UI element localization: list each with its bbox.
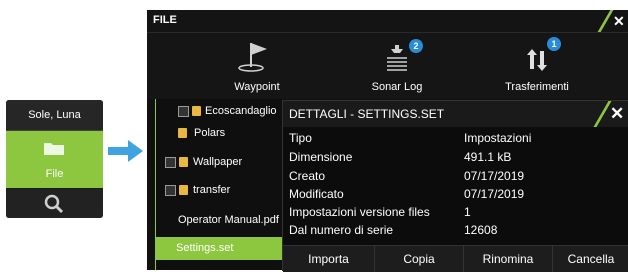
field-label: Dal numero di serie	[289, 223, 394, 237]
import-button[interactable]: Importa	[283, 246, 375, 272]
folder-icon	[44, 143, 64, 155]
file-list: Ecoscandaglio Polars Wallpaper transfer …	[155, 99, 286, 270]
tool-label: Waypoint	[234, 81, 280, 93]
field-value: 491.1 kB	[464, 150, 512, 164]
folder-icon	[179, 157, 188, 167]
field-value: Impostazioni	[464, 131, 532, 145]
field-value: 12608	[464, 223, 498, 237]
search-icon	[44, 194, 64, 214]
folder-icon	[179, 185, 188, 195]
expand-icon[interactable]	[178, 106, 189, 117]
delete-button[interactable]: Cancella	[553, 246, 628, 272]
list-item[interactable]: Operator Manual.pdf	[156, 209, 286, 231]
transfers-badge: 1	[547, 37, 561, 51]
dialog-title: DETTAGLI - SETTINGS.SET	[289, 107, 445, 121]
file-name: Settings.set	[176, 242, 234, 254]
field-label: Creato	[289, 169, 326, 183]
list-item[interactable]: Wallpaper	[156, 151, 286, 173]
title-accent-slash	[593, 101, 612, 127]
folder-icon	[178, 128, 187, 138]
field-label: Impostazioni versione files	[289, 205, 430, 219]
dialog-button-bar: Importa Copia Rinomina Cancella	[283, 245, 628, 272]
folder-icon	[192, 106, 201, 116]
sonar-icon	[387, 45, 407, 71]
title-accent-slash	[597, 10, 614, 32]
menu-item-search[interactable]	[6, 189, 103, 218]
rename-button[interactable]: Rinomina	[464, 246, 553, 272]
dialog-title-bar: DETTAGLI - SETTINGS.SET ✕	[283, 101, 628, 127]
tool-label: Sonar Log	[371, 81, 423, 93]
file-name: Polars	[194, 127, 226, 139]
transfers-tool[interactable]: 1 Trasferimenti	[467, 33, 607, 99]
field-label: Tipo	[289, 131, 312, 145]
list-item-selected[interactable]: Settings.set	[156, 237, 286, 260]
close-button[interactable]: ✕	[613, 13, 625, 30]
field-value: 07/17/2019	[464, 187, 525, 201]
arrow-right-icon	[108, 140, 143, 162]
file-name: Ecoscandaglio	[205, 105, 277, 117]
menu-item-file[interactable]: File	[6, 131, 103, 188]
toolbar: Waypoint 2 Sonar Log 1 Trasferimenti	[147, 33, 628, 99]
menu-item-label: File	[45, 168, 64, 180]
waypoint-flag-icon	[238, 43, 267, 72]
title-bar: FILE ✕	[147, 10, 628, 33]
sonar-log-tool[interactable]: 2 Sonar Log	[327, 33, 467, 99]
list-item[interactable]: transfer	[156, 179, 286, 201]
details-dialog: DETTAGLI - SETTINGS.SET ✕ Tipo Impostazi…	[282, 100, 628, 272]
field-value: 1	[464, 205, 471, 219]
side-menu: Sole, Luna File	[6, 100, 103, 218]
window-title: FILE	[153, 14, 177, 26]
waypoint-tool[interactable]: Waypoint	[187, 33, 327, 99]
sonar-log-badge: 2	[409, 39, 423, 53]
transfer-arrows-icon	[527, 49, 547, 71]
list-item[interactable]: Ecoscandaglio	[156, 100, 286, 122]
field-label: Dimensione	[289, 150, 353, 164]
menu-item-sun-moon[interactable]: Sole, Luna	[6, 100, 103, 131]
field-value: 07/17/2019	[464, 169, 525, 183]
menu-item-label: Sole, Luna	[28, 109, 81, 121]
close-button[interactable]: ✕	[610, 104, 624, 124]
list-item[interactable]: Polars	[156, 122, 286, 144]
copy-button[interactable]: Copia	[375, 246, 464, 272]
file-name: transfer	[193, 184, 231, 196]
file-name: Operator Manual.pdf	[178, 214, 279, 226]
expand-icon[interactable]	[165, 157, 176, 168]
field-label: Modificato	[289, 187, 344, 201]
file-name: Wallpaper	[193, 156, 243, 168]
expand-icon[interactable]	[165, 185, 176, 196]
tool-label: Trasferimenti	[505, 81, 569, 93]
